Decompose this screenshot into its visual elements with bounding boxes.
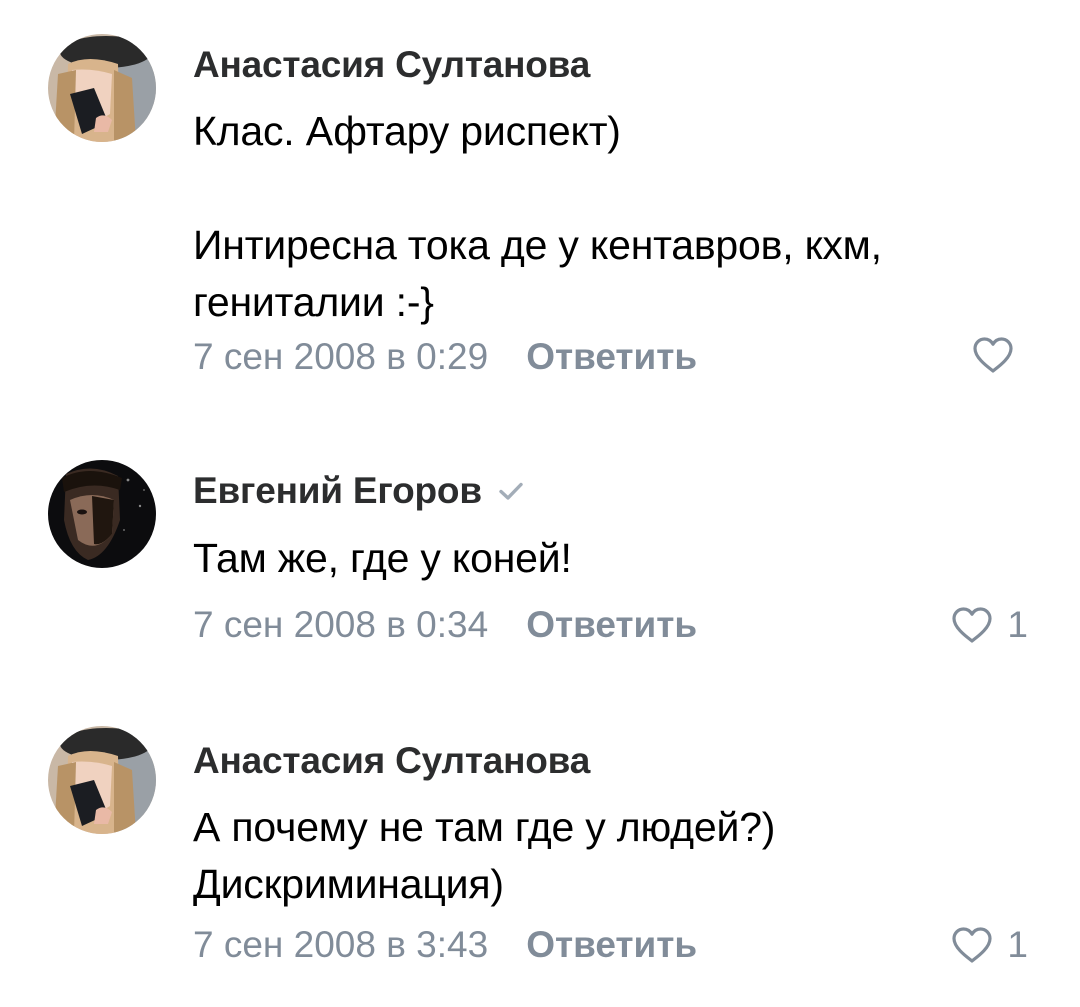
comment-text-line: А почему не там где у людей?) [193, 804, 776, 850]
author-row: Евгений Егоров [193, 470, 526, 512]
reply-button[interactable]: Ответить [526, 604, 697, 646]
comment-date[interactable]: 7 сен 2008 в 0:34 [193, 604, 488, 646]
comment-text: А почему не там где у людей?) Дискримина… [193, 799, 1033, 913]
like-button[interactable]: 1 [951, 924, 1028, 966]
avatar[interactable] [48, 34, 156, 142]
author-name[interactable]: Анастасия Султанова [193, 44, 590, 86]
reply-button[interactable]: Ответить [526, 924, 697, 966]
comment-text-line: Клас. Афтару риспект) [193, 108, 621, 154]
avatar[interactable] [48, 726, 156, 834]
like-count: 1 [1007, 924, 1028, 965]
like-count: 1 [1007, 604, 1028, 645]
checkmark-icon [499, 482, 523, 500]
comment-text-blank-line [193, 160, 1033, 217]
avatar-image [48, 460, 156, 568]
comment-text-line: Там же, где у коней! [193, 535, 572, 581]
author-name[interactable]: Евгений Егоров [193, 470, 482, 512]
comment-text-line: гениталии :-} [193, 279, 434, 325]
author-row: Анастасия Султанова [193, 44, 590, 86]
comment-text-line: Интиресна тока де у кентавров, кхм, [193, 222, 882, 268]
heart-outline-icon [952, 927, 993, 963]
like-button[interactable] [972, 336, 1028, 374]
heart-outline-icon [973, 337, 1013, 373]
avatar[interactable] [48, 460, 156, 568]
like-button[interactable]: 1 [951, 604, 1028, 646]
comment-text-line: Дискриминация) [193, 861, 504, 907]
reply-button[interactable]: Ответить [526, 336, 697, 378]
avatar-image [48, 726, 156, 834]
comment-date[interactable]: 7 сен 2008 в 3:43 [193, 924, 488, 966]
author-name[interactable]: Анастасия Султанова [193, 740, 590, 782]
author-row: Анастасия Султанова [193, 740, 590, 782]
comment-meta: 7 сен 2008 в 0:29 Ответить [193, 336, 697, 378]
comment-date[interactable]: 7 сен 2008 в 0:29 [193, 336, 488, 378]
comment-text: Клас. Афтару риспект) Интиресна тока де … [193, 103, 1033, 331]
heart-outline-icon [952, 607, 993, 643]
comment-text: Там же, где у коней! [193, 530, 1033, 587]
comment-meta: 7 сен 2008 в 3:43 Ответить [193, 924, 697, 966]
avatar-image [48, 34, 156, 142]
comment-meta: 7 сен 2008 в 0:34 Ответить [193, 604, 697, 646]
